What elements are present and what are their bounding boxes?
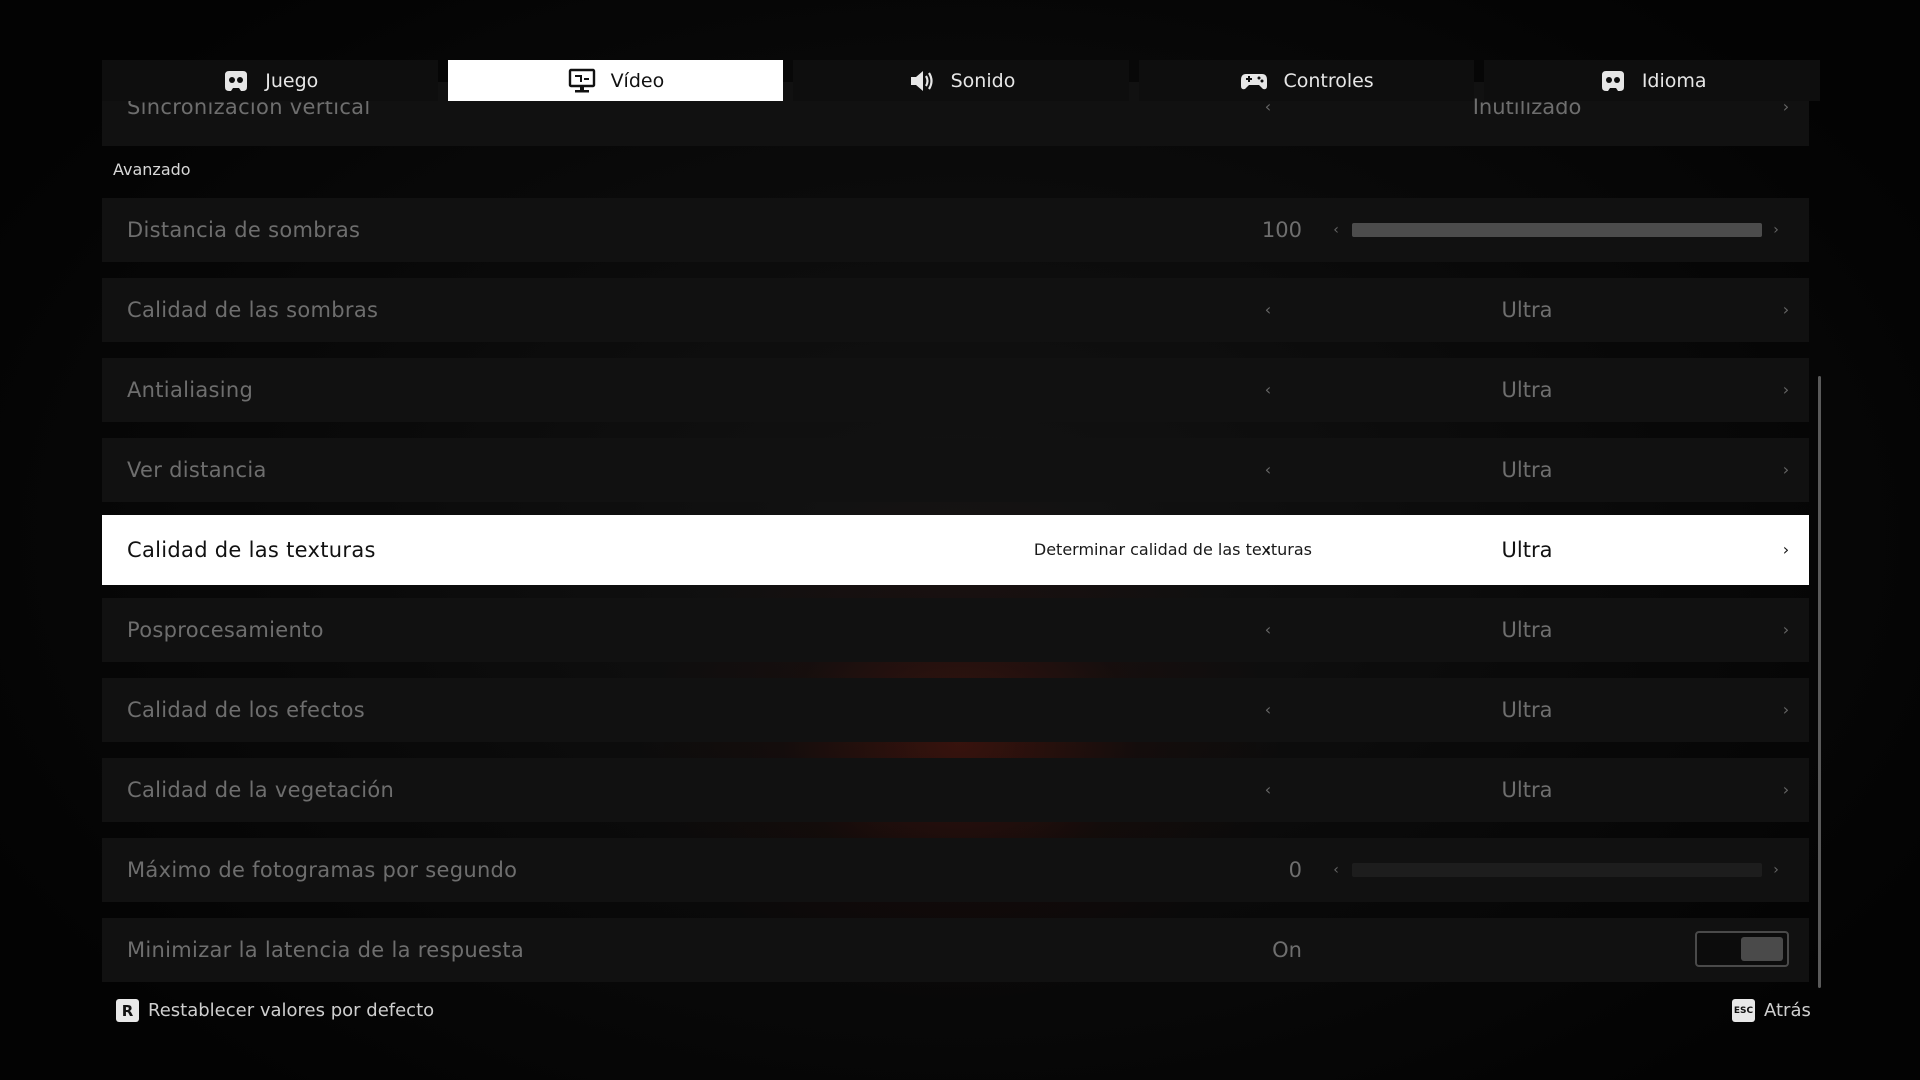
- setting-row-antialiasing[interactable]: Antialiasing ‹ Ultra ›: [102, 358, 1809, 422]
- tab-label: Controles: [1283, 69, 1374, 92]
- toggle-switch[interactable]: [1695, 931, 1789, 967]
- arrow-right-icon[interactable]: ›: [1776, 278, 1796, 342]
- setting-value: Ultra: [1501, 698, 1553, 722]
- setting-row-effects-quality[interactable]: Calidad de los efectos ‹ Ultra ›: [102, 678, 1809, 742]
- setting-label: Calidad de los efectos: [127, 698, 366, 722]
- arrow-left-icon[interactable]: ‹: [1258, 598, 1278, 662]
- tab-juego[interactable]: Juego: [102, 60, 438, 101]
- arrow-left-icon[interactable]: ‹: [1258, 438, 1278, 502]
- setting-row-shadow-distance[interactable]: Distancia de sombras 100 ‹ ›: [102, 198, 1809, 262]
- tab-video[interactable]: Vídeo: [447, 60, 784, 101]
- settings-screen: Juego Vídeo Sonido Controles Idioma Sinc…: [0, 0, 1920, 1080]
- arrow-right-icon[interactable]: ›: [1776, 598, 1796, 662]
- arrow-right-icon[interactable]: ›: [1776, 678, 1796, 742]
- arrow-left-icon[interactable]: ‹: [1328, 198, 1344, 262]
- gamepad-logo-icon: [225, 70, 248, 91]
- arrow-left-icon[interactable]: ‹: [1258, 278, 1278, 342]
- arrow-right-icon[interactable]: ›: [1776, 758, 1796, 822]
- section-title: Avanzado: [113, 160, 191, 179]
- setting-label: Antialiasing: [127, 378, 254, 402]
- setting-row-low-latency[interactable]: Minimizar la latencia de la respuesta On: [102, 918, 1809, 982]
- key-r-icon: R: [116, 999, 139, 1022]
- setting-row-view-distance[interactable]: Ver distancia ‹ Ultra ›: [102, 438, 1809, 502]
- reset-label: Restablecer valores por defecto: [148, 1000, 435, 1021]
- tab-bar: Juego Vídeo Sonido Controles Idioma: [102, 60, 1820, 101]
- setting-label: Máximo de fotogramas por segundo: [127, 858, 518, 882]
- setting-value: Ultra: [1501, 298, 1553, 322]
- arrow-left-icon[interactable]: ‹: [1328, 838, 1344, 902]
- slider-fill: [1352, 223, 1762, 237]
- tab-label: Sonido: [950, 69, 1016, 92]
- setting-label: Posprocesamiento: [127, 618, 324, 642]
- toggle-knob: [1741, 937, 1783, 961]
- toggle-value: On: [1272, 938, 1302, 962]
- slider-value: 100: [1261, 218, 1302, 242]
- setting-label: Calidad de la vegetación: [127, 778, 395, 802]
- settings-list: Sincronización vertical ‹ Inutilizado › …: [102, 82, 1809, 982]
- setting-value: Ultra: [1501, 538, 1553, 562]
- setting-label: Calidad de las sombras: [127, 298, 379, 322]
- arrow-left-icon[interactable]: ‹: [1258, 678, 1278, 742]
- setting-value: Ultra: [1501, 618, 1553, 642]
- tab-idioma[interactable]: Idioma: [1484, 60, 1820, 101]
- setting-label: Ver distancia: [127, 458, 267, 482]
- arrow-right-icon[interactable]: ›: [1776, 358, 1796, 422]
- setting-description: Determinar calidad de las texturas: [1033, 540, 1312, 559]
- reset-defaults-button[interactable]: R Restablecer valores por defecto: [116, 999, 434, 1022]
- slider-track[interactable]: [1352, 223, 1762, 237]
- setting-label: Minimizar la latencia de la respuesta: [127, 938, 525, 962]
- monitor-icon: [568, 68, 595, 92]
- arrow-right-icon[interactable]: ›: [1768, 198, 1784, 262]
- setting-value: Ultra: [1501, 778, 1553, 802]
- back-button[interactable]: ESC Atrás: [1732, 999, 1811, 1022]
- back-label: Atrás: [1764, 1000, 1811, 1021]
- setting-row-max-fps[interactable]: Máximo de fotogramas por segundo 0 ‹ ›: [102, 838, 1809, 902]
- speaker-icon: [910, 70, 933, 91]
- setting-label: Calidad de las texturas: [127, 538, 376, 562]
- scrollbar[interactable]: [1818, 376, 1821, 988]
- slider-value: 0: [1288, 858, 1302, 882]
- slider-track[interactable]: [1352, 863, 1762, 877]
- arrow-left-icon[interactable]: ‹: [1258, 758, 1278, 822]
- setting-row-postprocessing[interactable]: Posprocesamiento ‹ Ultra ›: [102, 598, 1809, 662]
- tab-label: Idioma: [1641, 69, 1707, 92]
- key-esc-icon: ESC: [1732, 999, 1755, 1022]
- setting-row-vegetation-quality[interactable]: Calidad de la vegetación ‹ Ultra ›: [102, 758, 1809, 822]
- gamepad-logo-icon: [1601, 70, 1624, 91]
- setting-row-texture-quality[interactable]: Calidad de las texturas Determinar calid…: [102, 518, 1809, 582]
- tab-controles[interactable]: Controles: [1138, 60, 1475, 101]
- setting-row-shadow-quality[interactable]: Calidad de las sombras ‹ Ultra ›: [102, 278, 1809, 342]
- arrow-right-icon[interactable]: ›: [1776, 518, 1796, 582]
- arrow-left-icon[interactable]: ‹: [1258, 358, 1278, 422]
- tab-label: Vídeo: [610, 69, 665, 92]
- tab-sonido[interactable]: Sonido: [793, 60, 1129, 101]
- setting-label: Distancia de sombras: [127, 218, 361, 242]
- arrow-left-icon[interactable]: ‹: [1258, 518, 1278, 582]
- tab-label: Juego: [265, 69, 319, 92]
- controller-icon: [1241, 73, 1268, 89]
- setting-value: Ultra: [1501, 458, 1553, 482]
- arrow-right-icon[interactable]: ›: [1768, 838, 1784, 902]
- setting-value: Ultra: [1501, 378, 1553, 402]
- arrow-right-icon[interactable]: ›: [1776, 438, 1796, 502]
